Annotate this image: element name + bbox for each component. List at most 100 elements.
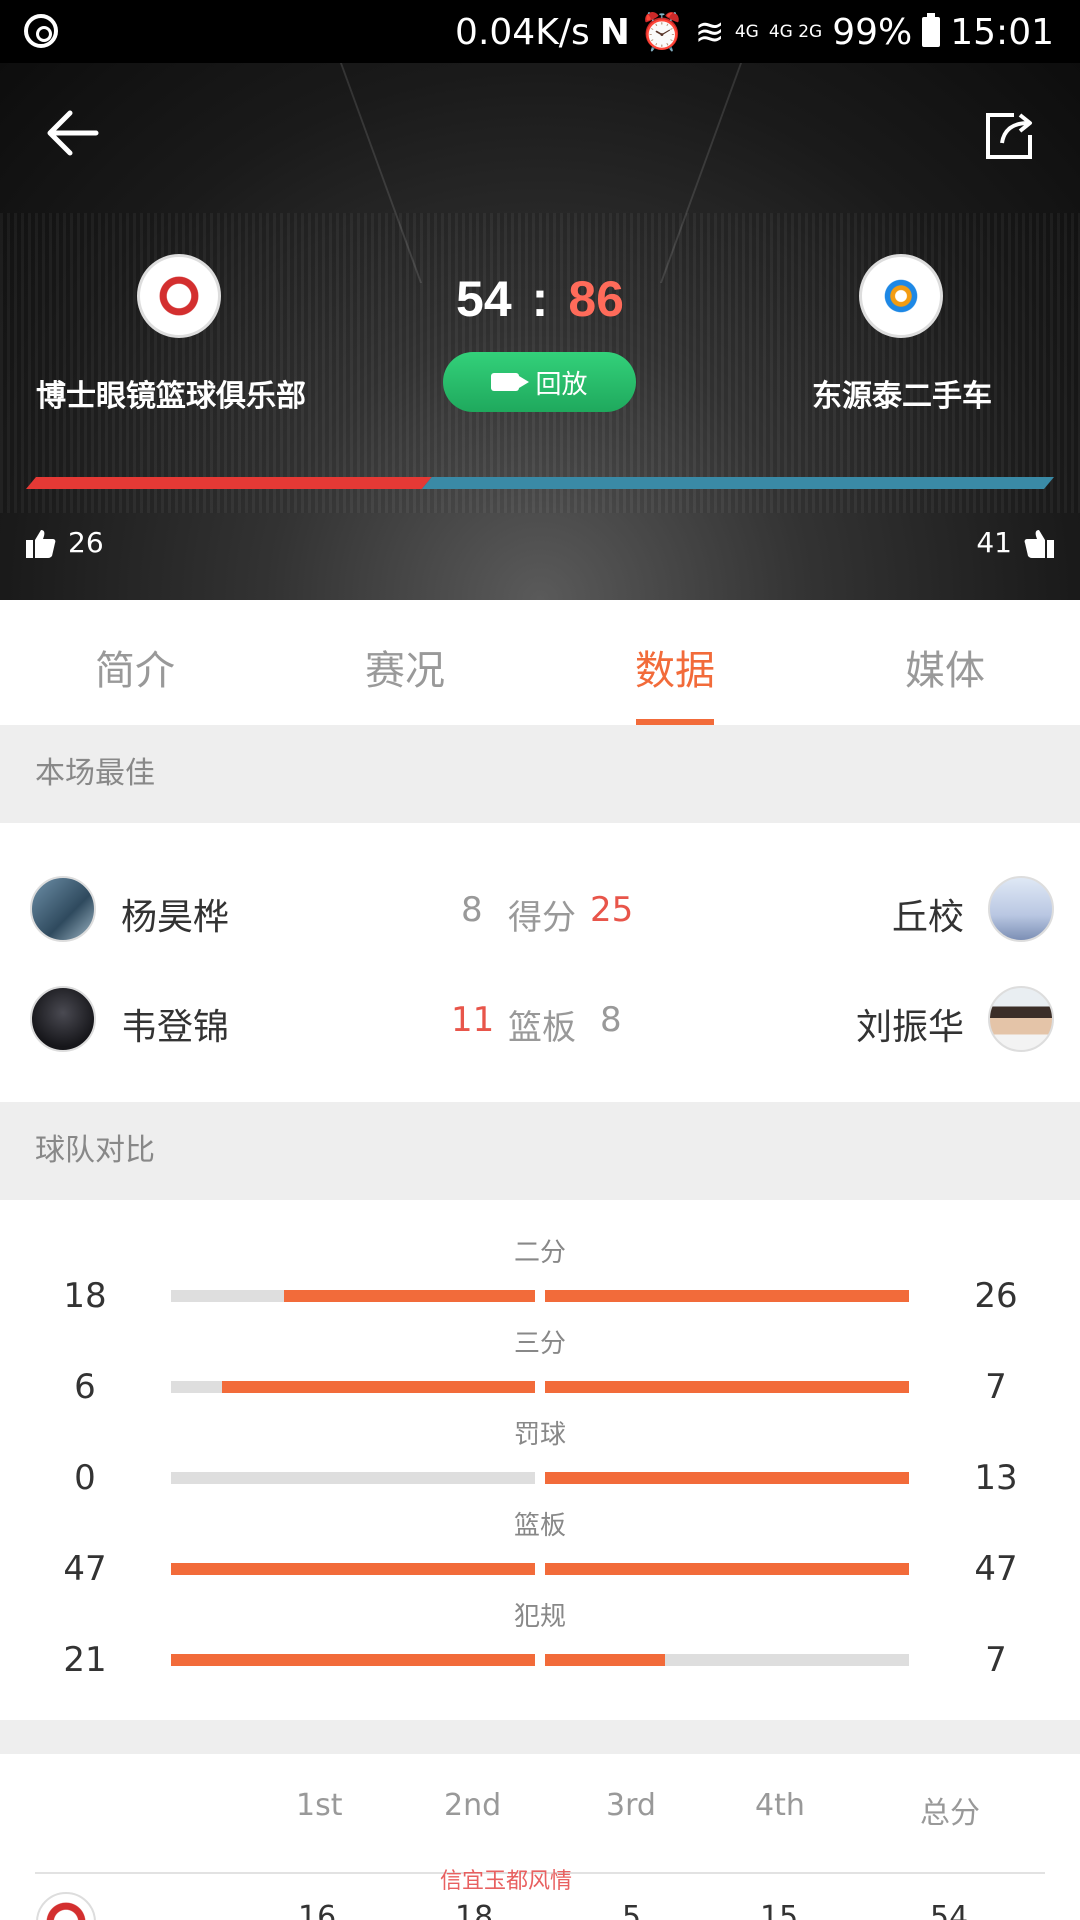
away-compare-value: 47 bbox=[974, 1549, 1018, 1589]
tab-media[interactable]: 媒体 bbox=[810, 600, 1080, 725]
away-compare-value: 7 bbox=[985, 1640, 1007, 1680]
wifi-icon: ≋ bbox=[694, 11, 725, 53]
network-speed: 0.04K/s bbox=[455, 11, 590, 53]
away-player-name[interactable]: 刘振华 bbox=[856, 998, 964, 1050]
tab-intro[interactable]: 简介 bbox=[0, 600, 270, 725]
quarter-header: 4th bbox=[755, 1788, 805, 1823]
clock: 15:01 bbox=[950, 11, 1054, 53]
home-team-name[interactable]: 博士眼镜篮球俱乐部 bbox=[36, 371, 306, 415]
team-compare-header: 球队对比 bbox=[0, 1102, 1080, 1200]
quarter-header: 总分 bbox=[920, 1796, 980, 1831]
home-stat-value: 8 bbox=[461, 890, 483, 930]
game-header: 54 : 86 博士眼镜篮球俱乐部 东源泰二手车 回放 26 41 bbox=[0, 63, 1080, 600]
compare-stat-label: 罚球 bbox=[513, 1420, 566, 1450]
home-compare-value: 18 bbox=[63, 1276, 107, 1316]
away-compare-bar bbox=[545, 1290, 909, 1302]
quarter-score: 16 bbox=[298, 1900, 337, 1920]
away-support-bar bbox=[421, 477, 1054, 489]
stat-label: 得分 bbox=[508, 898, 576, 938]
quarter-score: 18 bbox=[455, 1900, 494, 1920]
replay-button[interactable]: 回放 bbox=[443, 352, 636, 412]
tab-label: 简介 bbox=[95, 648, 175, 694]
avatar[interactable] bbox=[30, 876, 96, 942]
home-compare-bar bbox=[171, 1654, 535, 1666]
home-compare-value: 0 bbox=[74, 1458, 96, 1498]
away-player-name[interactable]: 丘校 bbox=[892, 888, 964, 940]
away-team-logo[interactable] bbox=[859, 254, 943, 338]
status-bar: 0.04K/s N ⏰ ≋ 4G 4G 2G 99% 15:01 bbox=[0, 0, 1080, 63]
scoreboard: 54 : 86 bbox=[440, 259, 640, 339]
support-ratio-bar bbox=[26, 477, 1054, 489]
quarter-header: 3rd bbox=[606, 1788, 656, 1823]
away-like-count: 41 bbox=[976, 526, 1012, 559]
avatar[interactable] bbox=[988, 986, 1054, 1052]
stat-label: 篮板 bbox=[508, 1008, 576, 1048]
home-like-button[interactable]: 26 bbox=[26, 526, 104, 559]
battery-percent: 99% bbox=[832, 11, 913, 53]
away-stat-value: 25 bbox=[590, 890, 634, 930]
video-camera-icon bbox=[491, 373, 530, 391]
avatar[interactable] bbox=[30, 986, 96, 1052]
quarter-score-header: 1st 2nd 3rd 4th 总分 bbox=[0, 1788, 1080, 1868]
avatar[interactable] bbox=[988, 876, 1054, 942]
home-stat-value: 11 bbox=[451, 1000, 495, 1040]
network-type-label: 4G bbox=[734, 21, 759, 42]
away-compare-bar bbox=[545, 1472, 909, 1484]
tab-data[interactable]: 数据 bbox=[540, 600, 810, 725]
away-compare-bar bbox=[545, 1563, 909, 1575]
share-icon[interactable] bbox=[984, 109, 1036, 161]
nfc-icon: N bbox=[599, 11, 630, 53]
home-compare-bar-track bbox=[171, 1472, 535, 1484]
back-arrow-icon[interactable] bbox=[44, 105, 100, 161]
away-compare-bar bbox=[545, 1654, 666, 1666]
home-like-count: 26 bbox=[68, 526, 104, 559]
home-compare-value: 6 bbox=[74, 1367, 96, 1407]
compare-stat-label: 三分 bbox=[513, 1329, 566, 1359]
detail-tabs: 简介 赛况 数据 媒体 bbox=[0, 600, 1080, 725]
quarter-score: 15 bbox=[760, 1900, 799, 1920]
app-notification-icon bbox=[24, 14, 58, 48]
replay-label: 回放 bbox=[535, 369, 588, 400]
away-compare-bar bbox=[545, 1381, 909, 1393]
home-player-name[interactable]: 杨昊桦 bbox=[121, 888, 229, 940]
quarter-header: 1st bbox=[296, 1788, 343, 1823]
quarter-score: 5 bbox=[622, 1900, 642, 1920]
home-compare-value: 47 bbox=[63, 1549, 107, 1589]
home-compare-bar bbox=[221, 1381, 535, 1393]
home-compare-bar bbox=[171, 1563, 535, 1575]
alarm-icon: ⏰ bbox=[639, 12, 685, 53]
compare-stat-label: 犯规 bbox=[513, 1602, 566, 1632]
compare-stat-label: 二分 bbox=[513, 1238, 566, 1268]
home-compare-value: 21 bbox=[63, 1640, 107, 1680]
home-score: 54 bbox=[456, 271, 512, 327]
compare-stat-label: 篮板 bbox=[513, 1511, 566, 1541]
away-team-name[interactable]: 东源泰二手车 bbox=[812, 371, 992, 415]
away-compare-value: 7 bbox=[985, 1367, 1007, 1407]
home-compare-bar bbox=[283, 1290, 535, 1302]
tab-label: 数据 bbox=[635, 648, 715, 694]
score-separator: : bbox=[531, 271, 549, 327]
quarter-score: 54 bbox=[930, 1900, 969, 1920]
quarter-header: 2nd bbox=[444, 1788, 502, 1823]
tab-game-status[interactable]: 赛况 bbox=[270, 600, 540, 725]
signal-icon: 4G 2G bbox=[768, 21, 823, 42]
away-like-button[interactable]: 41 bbox=[976, 526, 1054, 559]
best-players-header: 本场最佳 bbox=[0, 725, 1080, 823]
watermark-text: 信宜玉都风情 bbox=[440, 1869, 573, 1894]
tab-label: 媒体 bbox=[905, 648, 985, 694]
tab-label: 赛况 bbox=[365, 648, 445, 694]
thumbs-up-icon bbox=[1024, 529, 1054, 558]
section-divider bbox=[0, 1720, 1080, 1754]
home-team-logo[interactable] bbox=[137, 254, 221, 338]
home-support-bar bbox=[26, 477, 432, 489]
away-compare-value: 26 bbox=[974, 1276, 1018, 1316]
best-row-points: 杨昊桦 8 得分 25 丘校 bbox=[0, 876, 1080, 976]
home-team-logo-small bbox=[36, 1892, 96, 1920]
away-stat-value: 8 bbox=[600, 1000, 622, 1040]
thumbs-up-icon bbox=[26, 529, 56, 558]
away-score: 86 bbox=[568, 271, 624, 327]
home-player-name[interactable]: 韦登锦 bbox=[121, 998, 229, 1050]
away-compare-value: 13 bbox=[974, 1458, 1018, 1498]
best-row-rebounds: 韦登锦 11 篮板 8 刘振华 bbox=[0, 986, 1080, 1086]
battery-icon bbox=[922, 13, 941, 47]
